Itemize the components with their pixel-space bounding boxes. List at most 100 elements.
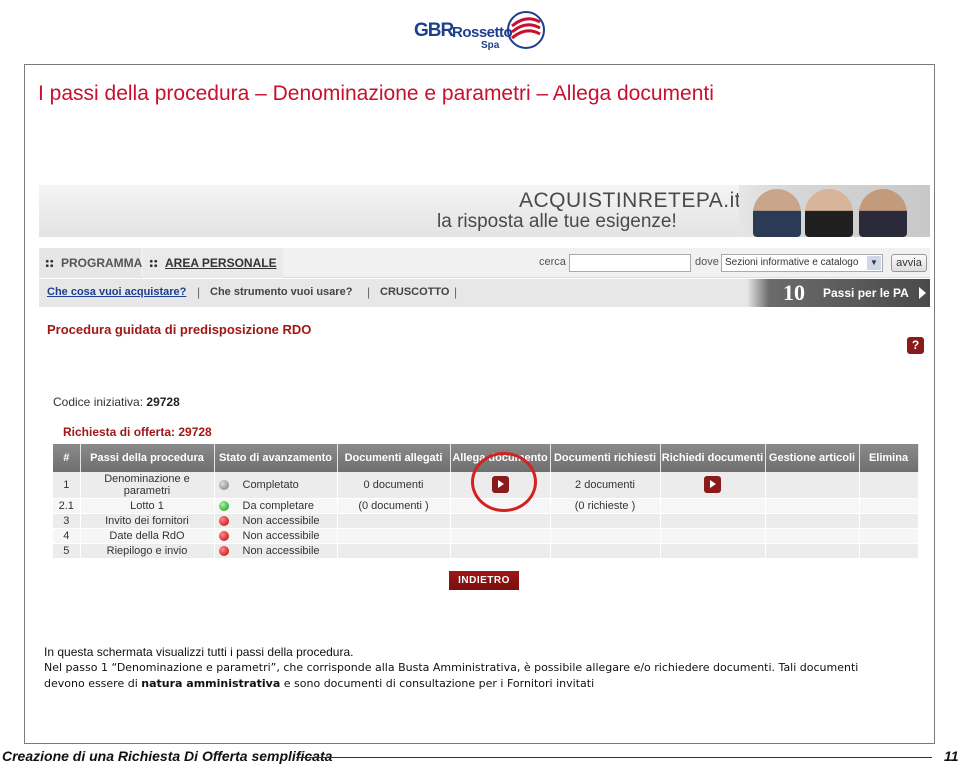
- table-row: 3 Invito dei fornitori Non accessibile: [53, 513, 919, 529]
- row-stato-label: Completato: [242, 478, 299, 491]
- slide-title: I passi della procedura – Denominazione …: [38, 82, 714, 105]
- tab-programma[interactable]: PROGRAMMA: [39, 248, 143, 278]
- row-elimina: [859, 528, 919, 544]
- grid-dots-icon: [45, 259, 54, 268]
- row-elimina: [859, 472, 919, 499]
- person-icon: [753, 189, 801, 237]
- person-icon: [805, 189, 853, 237]
- logo-mark-icon: [507, 11, 545, 49]
- row-stato: Non accessibile: [214, 528, 338, 544]
- where-label: dove: [695, 256, 719, 268]
- row-richiedi-cell: [660, 472, 766, 499]
- row-gestione: [765, 472, 860, 499]
- row-richiesti: (0 richieste ): [550, 498, 661, 514]
- table-row: 5 Riepilogo e invio Non accessibile: [53, 543, 919, 559]
- row-stato-label: Non accessibile: [242, 529, 320, 542]
- row-gestione: [765, 528, 860, 544]
- main-nav: PROGRAMMA AREA PERSONALE cerca dove Sezi…: [39, 248, 930, 278]
- nav-cosa-acquistare[interactable]: Che cosa vuoi acquistare?: [47, 286, 186, 298]
- where-select-value: Sezioni informative e catalogo: [725, 257, 859, 268]
- row-elimina: [859, 498, 919, 514]
- where-select[interactable]: Sezioni informative e catalogo ▼: [721, 254, 883, 272]
- description-natura-amministrativa: natura amministrativa: [141, 677, 281, 690]
- search-input[interactable]: [569, 254, 691, 272]
- row-allegati: (0 documenti ): [337, 498, 451, 514]
- row-passo[interactable]: Denominazione e parametri: [80, 472, 215, 499]
- footer-title: Creazione di una Richiesta Di Offerta se…: [2, 748, 333, 764]
- description-line-1: In questa schermata visualizzi tutti i p…: [44, 645, 354, 659]
- row-richiesti: [550, 513, 661, 529]
- richiedi-documenti-play-icon[interactable]: [704, 476, 721, 494]
- row-allegati: [337, 528, 451, 544]
- row-allega-cell: [450, 543, 551, 559]
- row-stato: Non accessibile: [214, 513, 338, 529]
- row-stato-label: Da completare: [242, 499, 315, 512]
- richiesta-offerta-heading: Richiesta di offerta: 29728: [63, 425, 212, 439]
- nav-che-strumento[interactable]: Che strumento vuoi usare?: [210, 286, 352, 298]
- row-passo: Riepilogo e invio: [80, 543, 215, 559]
- logo-rossetto-text: Rossetto: [452, 24, 513, 41]
- tab-programma-label: PROGRAMMA: [61, 256, 143, 270]
- ten-steps-number: 10: [783, 280, 805, 305]
- col-header-elimina: Elimina: [859, 444, 919, 472]
- row-num: 3: [53, 513, 81, 529]
- nav-separator: |: [367, 285, 371, 299]
- sub-nav: Che cosa vuoi acquistare? | Che strument…: [39, 279, 930, 307]
- row-stato: Completato: [214, 472, 338, 499]
- description-line-2: Nel passo 1 “Denominazione e parametri”,…: [44, 661, 859, 674]
- banner-title: ACQUISTINRETEPA.it: [519, 189, 742, 212]
- status-green-icon: [218, 500, 229, 511]
- status-grey-icon: [218, 479, 229, 490]
- row-elimina: [859, 513, 919, 529]
- row-stato: Da completare: [214, 498, 338, 514]
- nav-separator: |: [197, 285, 201, 299]
- row-richiedi-cell: [660, 528, 766, 544]
- row-allegati: 0 documenti: [337, 472, 451, 499]
- row-richiedi-cell: [660, 513, 766, 529]
- col-header-gestione-articoli: Gestione articoli: [765, 444, 860, 472]
- col-header-richiedi-documenti: Richiedi documenti: [660, 444, 766, 472]
- person-icon: [859, 189, 907, 237]
- description-text: In questa schermata visualizzi tutti i p…: [44, 644, 924, 692]
- logo-gbr-text: GBR: [414, 20, 454, 41]
- codice-label: Codice iniziativa:: [53, 395, 144, 409]
- page-number: 11: [944, 748, 959, 764]
- nav-separator: |: [454, 285, 458, 299]
- row-num: 4: [53, 528, 81, 544]
- search-submit-button[interactable]: avvia: [891, 254, 927, 272]
- row-richiesti: [550, 528, 661, 544]
- row-gestione: [765, 498, 860, 514]
- row-richiesti: [550, 543, 661, 559]
- gbr-rossetto-logo: GBR Rossetto Spa: [414, 2, 548, 58]
- indietro-button[interactable]: INDIETRO: [449, 571, 519, 590]
- description-line-3: devono essere di natura amministrativa e…: [44, 676, 924, 692]
- footer-divider: [296, 757, 932, 758]
- arrow-right-icon: [919, 287, 926, 299]
- codice-value: 29728: [146, 395, 180, 409]
- row-allegati: [337, 543, 451, 559]
- row-richiedi-cell: [660, 543, 766, 559]
- codice-iniziativa: Codice iniziativa: 29728: [53, 395, 180, 409]
- col-header-num: #: [53, 444, 81, 472]
- ten-steps-banner[interactable]: 10 Passi per le PA: [747, 279, 930, 307]
- tab-area-personale-label: AREA PERSONALE: [165, 256, 277, 270]
- acquistinretepa-screenshot: ACQUISTINRETEPA.it la risposta alle tue …: [39, 185, 930, 605]
- row-allegati: [337, 513, 451, 529]
- search-label: cerca: [539, 256, 566, 268]
- ten-steps-label: Passi per le PA: [823, 286, 909, 300]
- site-banner: ACQUISTINRETEPA.it la risposta alle tue …: [39, 185, 930, 237]
- row-num: 1: [53, 472, 81, 499]
- status-red-icon: [218, 530, 229, 541]
- row-num: 2.1: [53, 498, 81, 514]
- row-stato: Non accessibile: [214, 543, 338, 559]
- grid-dots-icon: [149, 259, 158, 268]
- row-passo: Invito dei fornitori: [80, 513, 215, 529]
- status-red-icon: [218, 545, 229, 556]
- nav-cruscotto[interactable]: CRUSCOTTO: [380, 286, 449, 298]
- tab-area-personale[interactable]: AREA PERSONALE: [143, 248, 283, 278]
- banner-people-photo: [739, 185, 930, 237]
- col-header-passi: Passi della procedura: [80, 444, 215, 472]
- row-richiesti: 2 documenti: [550, 472, 661, 499]
- help-icon[interactable]: ?: [907, 337, 924, 354]
- row-passo[interactable]: Lotto 1: [80, 498, 215, 514]
